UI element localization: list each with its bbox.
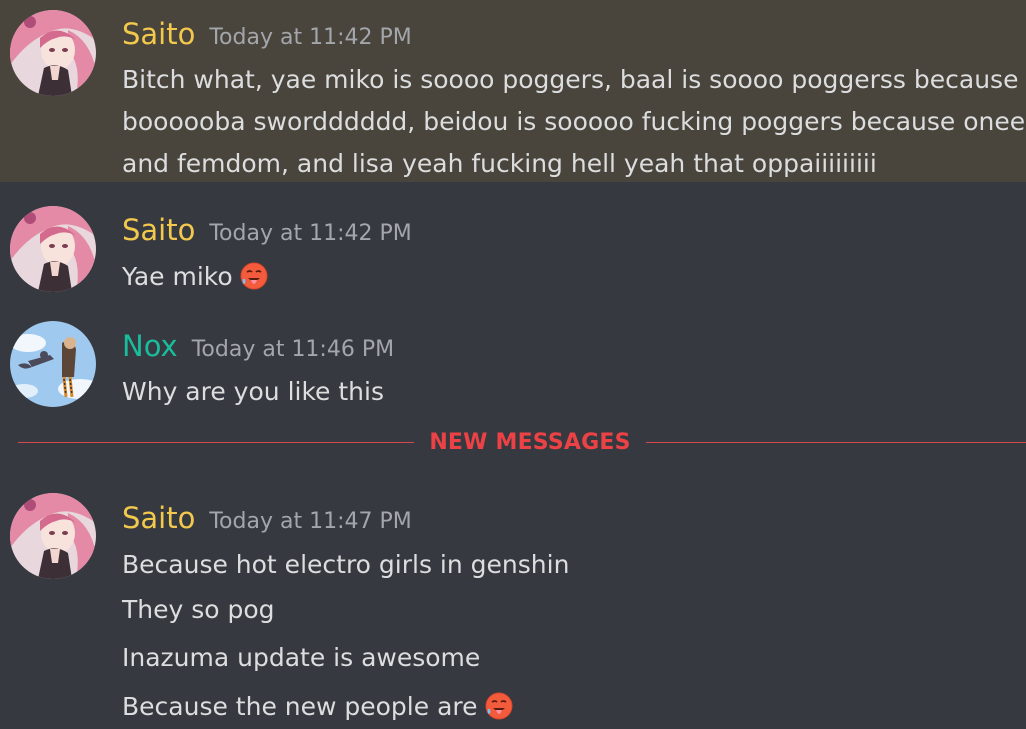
new-messages-label: NEW MESSAGES [429,430,631,455]
message-line: Bitch what, yae miko is soooo poggers, b… [122,65,1019,94]
message-group: Saito Today at 11:42 PM Yae miko [0,182,1026,302]
divider-line-right [646,442,1026,443]
message-header: Saito Today at 11:42 PM [122,17,412,51]
saito-avatar[interactable] [10,206,96,292]
saito-avatar[interactable] [10,10,96,96]
message-line: Inazuma update is awesome [122,643,481,672]
username[interactable]: Saito [122,17,195,51]
message-line: and femdom, and lisa yeah fucking hell y… [122,149,877,178]
saito-avatar[interactable] [10,493,96,579]
message-line: They so pog [122,595,275,624]
hot-face-emoji [484,691,514,721]
message-text: Because the new people are [122,692,478,721]
timestamp: Today at 11:42 PM [209,25,412,50]
username[interactable]: Saito [122,501,195,535]
timestamp: Today at 11:47 PM [209,509,412,534]
message-header: Saito Today at 11:47 PM [122,501,412,535]
message-group: Saito Today at 11:42 PM Bitch what, yae m… [0,0,1026,182]
message-header: Nox Today at 11:46 PM [122,329,394,363]
username[interactable]: Nox [122,329,178,363]
username[interactable]: Saito [122,213,195,247]
timestamp: Today at 11:46 PM [191,337,395,362]
chat-window: Saito Today at 11:42 PM Bitch what, yae m… [0,0,1026,729]
message-line: Because the new people are [122,691,514,722]
message-group: Saito Today at 11:47 PM Because hot elect… [0,470,1026,729]
message-group: Nox Today at 11:46 PM Why are you like th… [0,302,1026,422]
divider-line-left [18,442,414,443]
hot-face-emoji [239,261,269,291]
new-messages-divider: NEW MESSAGES [0,426,1026,460]
message-line: boooooba swordddddd, beidou is sooooo fu… [122,107,1026,136]
message-text: Yae miko [122,262,233,291]
message-line: Why are you like this [122,377,384,406]
timestamp: Today at 11:42 PM [209,221,412,246]
message-line: Because hot electro girls in genshin [122,550,570,579]
message-header: Saito Today at 11:42 PM [122,213,412,247]
nox-avatar[interactable] [10,321,96,407]
message-line: Yae miko [122,261,269,292]
